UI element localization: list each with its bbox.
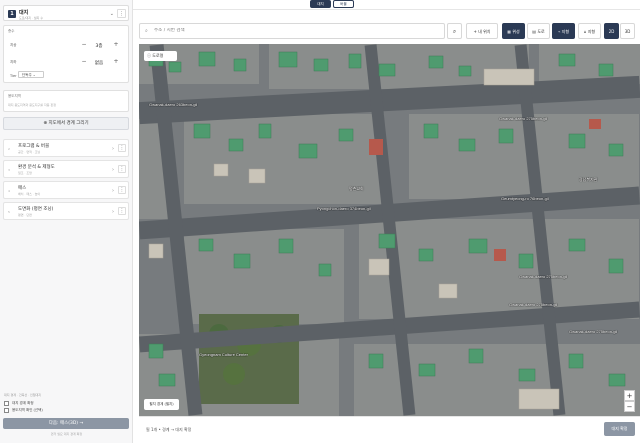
step-6[interactable] (425, 0, 446, 8)
street-label: Gwanak-daero 263beon-gil (149, 102, 198, 107)
section-number: 4 (8, 189, 10, 193)
below-ground-plus-button[interactable]: + (112, 58, 120, 66)
check-label: 대지 경계 확정 (12, 401, 34, 405)
mode-2d-button[interactable]: 2D (604, 23, 619, 39)
chevron-right-icon[interactable]: › (112, 209, 114, 215)
chevron-right-icon[interactable]: › (112, 146, 114, 152)
building-use-select[interactable]: 단독주 ⌄ (18, 71, 44, 78)
site-step-header[interactable]: 1 대지 도로/대지 · 필지 수 ⌄ ⋮ (3, 5, 129, 21)
zoning-label: 용도지역 (8, 94, 21, 98)
section-number: 3 (8, 168, 10, 172)
street-label: Gwanak-daero 275beon-gil (519, 274, 568, 279)
chevron-down-icon[interactable]: ⌄ (110, 11, 114, 17)
section-subtitle: 평면 · 단면 (18, 213, 32, 217)
more-icon[interactable]: ⋮ (118, 144, 126, 152)
below-ground-label: 지하 (10, 60, 17, 64)
bottom-status-bar: 필 1개 • 경계 → 대지 확정 대지 확정 (139, 416, 640, 443)
step-site[interactable]: 대지 (310, 0, 331, 8)
site-step-subtitle: 도로/대지 · 필지 수 (19, 16, 44, 20)
section-subtitle: 배치 · 매스 · 높이 (18, 192, 41, 196)
satellite-map[interactable]: Gwanak-daero 263beon-gil Gwanak-daero 27… (139, 44, 640, 416)
step-number-badge: 1 (8, 10, 16, 18)
above-ground-minus-button[interactable]: − (80, 41, 88, 49)
street-label: Gwanak-daero 275beon-gil (569, 329, 618, 334)
step-bubble[interactable]: 버블 (333, 0, 354, 8)
next-step-hint: 먼저 필요 대지 경계 확정 (50, 432, 83, 436)
more-icon[interactable]: ⋮ (118, 165, 126, 173)
section-number: 2 (8, 147, 10, 151)
search-icon: ⌕ (145, 28, 148, 34)
street-label: Pyongchon-daero 374beon-gil (317, 206, 371, 211)
next-step-button[interactable]: 다음: 매스(3D) → (3, 418, 129, 429)
road-name-toggle[interactable]: ⓘ 도로명 (144, 51, 177, 61)
above-ground-label: 지상 (10, 43, 17, 47)
address-search[interactable]: ⌕ (139, 23, 445, 39)
section-title: 환경 분석 & 제형도 (18, 165, 55, 170)
more-icon[interactable]: ⋮ (118, 207, 126, 215)
more-icon[interactable]: ⋮ (117, 9, 126, 18)
confirm-site-check[interactable]: 대지 경계 확정 (4, 401, 34, 406)
section-subtitle: 공간 · 면적 · 조닝 (18, 150, 41, 154)
poi-label: 평촌교회 (349, 186, 364, 191)
above-ground-value: 3층 (95, 44, 103, 49)
chevron-right-icon[interactable]: › (112, 188, 114, 194)
map-imagery (139, 44, 640, 416)
more-icon[interactable]: ⋮ (118, 186, 126, 194)
mode-3d-button[interactable]: 3D (620, 23, 635, 39)
checkbox[interactable] (4, 408, 9, 413)
section-title: 프로그램 & 버블 (18, 144, 50, 149)
street-label: Geumtyeong-ro 76beon-gil (501, 196, 549, 201)
step-3[interactable] (356, 0, 377, 8)
zoning-hint: 대지 용도지역과 용도지구를 자동 판정 (8, 103, 56, 107)
step-5[interactable] (402, 0, 423, 8)
site-step-title: 대지 (19, 10, 29, 16)
parcel-boundary-toggle[interactable]: 필지 경계 (필지) (144, 399, 179, 410)
street-label: Gwanak-daero 275beon-gil (499, 116, 548, 121)
satellite-view-button[interactable]: ▦ 위성 (502, 23, 525, 39)
sidebar: 1 대지 도로/대지 · 필지 수 ⌄ ⋮ 층수 지상 − 3층 + 지하 − … (0, 0, 133, 443)
below-ground-minus-button[interactable]: − (80, 58, 88, 66)
section-title: 매스 (18, 186, 27, 191)
check-label: 용도지역 확인 (선택) (12, 408, 43, 412)
roadmap-view-button[interactable]: ▤ 도로 (527, 23, 550, 39)
status-text: 필 1개 • 경계 → 대지 확정 (146, 427, 192, 432)
zoom-in-button[interactable]: + (624, 390, 635, 401)
my-location-button[interactable]: + 내 위치 (466, 23, 498, 39)
above-ground-plus-button[interactable]: + (112, 41, 120, 49)
search-input[interactable] (154, 28, 354, 33)
confirm-site-button[interactable]: 대지 확정 (604, 422, 635, 436)
section-subtitle: 일조 · 조망 (18, 171, 32, 175)
section-mass[interactable]: 4 매스 배치 · 매스 · 높이 › ⋮ (3, 181, 129, 199)
section-program-bubble[interactable]: 2 프로그램 & 버블 공간 · 면적 · 조닝 › ⋮ (3, 139, 129, 157)
confirm-zoning-check[interactable]: 용도지역 확인 (선택) (4, 408, 43, 413)
section-title: 도면화 (평면 조닝) (18, 207, 54, 212)
building-use-label: Tier (10, 74, 17, 78)
legend-text: 대지 경계 · 건축선 · 인접대지 (4, 393, 42, 397)
step-4[interactable] (379, 0, 400, 8)
checkbox[interactable] (4, 401, 9, 406)
zoning-panel: 용도지역 대지 용도지역과 용도지구를 자동 판정 (3, 90, 129, 112)
section-drawing[interactable]: 5 도면화 (평면 조닝) 평면 · 단면 › ⋮ (3, 202, 129, 220)
zoom-out-button[interactable]: − (624, 401, 635, 412)
section-number: 5 (8, 210, 10, 214)
terrain-button[interactable]: ⌂ 지형 (578, 23, 601, 39)
poi-label: Gyeongnam Culture Center (199, 352, 248, 357)
below-ground-value: 없음 (94, 61, 104, 66)
draw-boundary-button[interactable]: ⊕ 지도에서 경계 그리기 (3, 117, 129, 130)
poi-label: 광남복지관 (579, 177, 598, 182)
section-environment[interactable]: 3 환경 분석 & 제형도 일조 · 조망 › ⋮ (3, 160, 129, 178)
floors-label: 층수 (8, 29, 15, 33)
workflow-stepper: 대지 버블 (310, 0, 448, 9)
overlay-button[interactable]: ⌁ 지형 (552, 23, 575, 39)
street-label: Gwanak-daero 275beon-gil (509, 302, 558, 307)
search-button[interactable]: ⌕ (447, 23, 462, 39)
chevron-right-icon[interactable]: › (112, 167, 114, 173)
